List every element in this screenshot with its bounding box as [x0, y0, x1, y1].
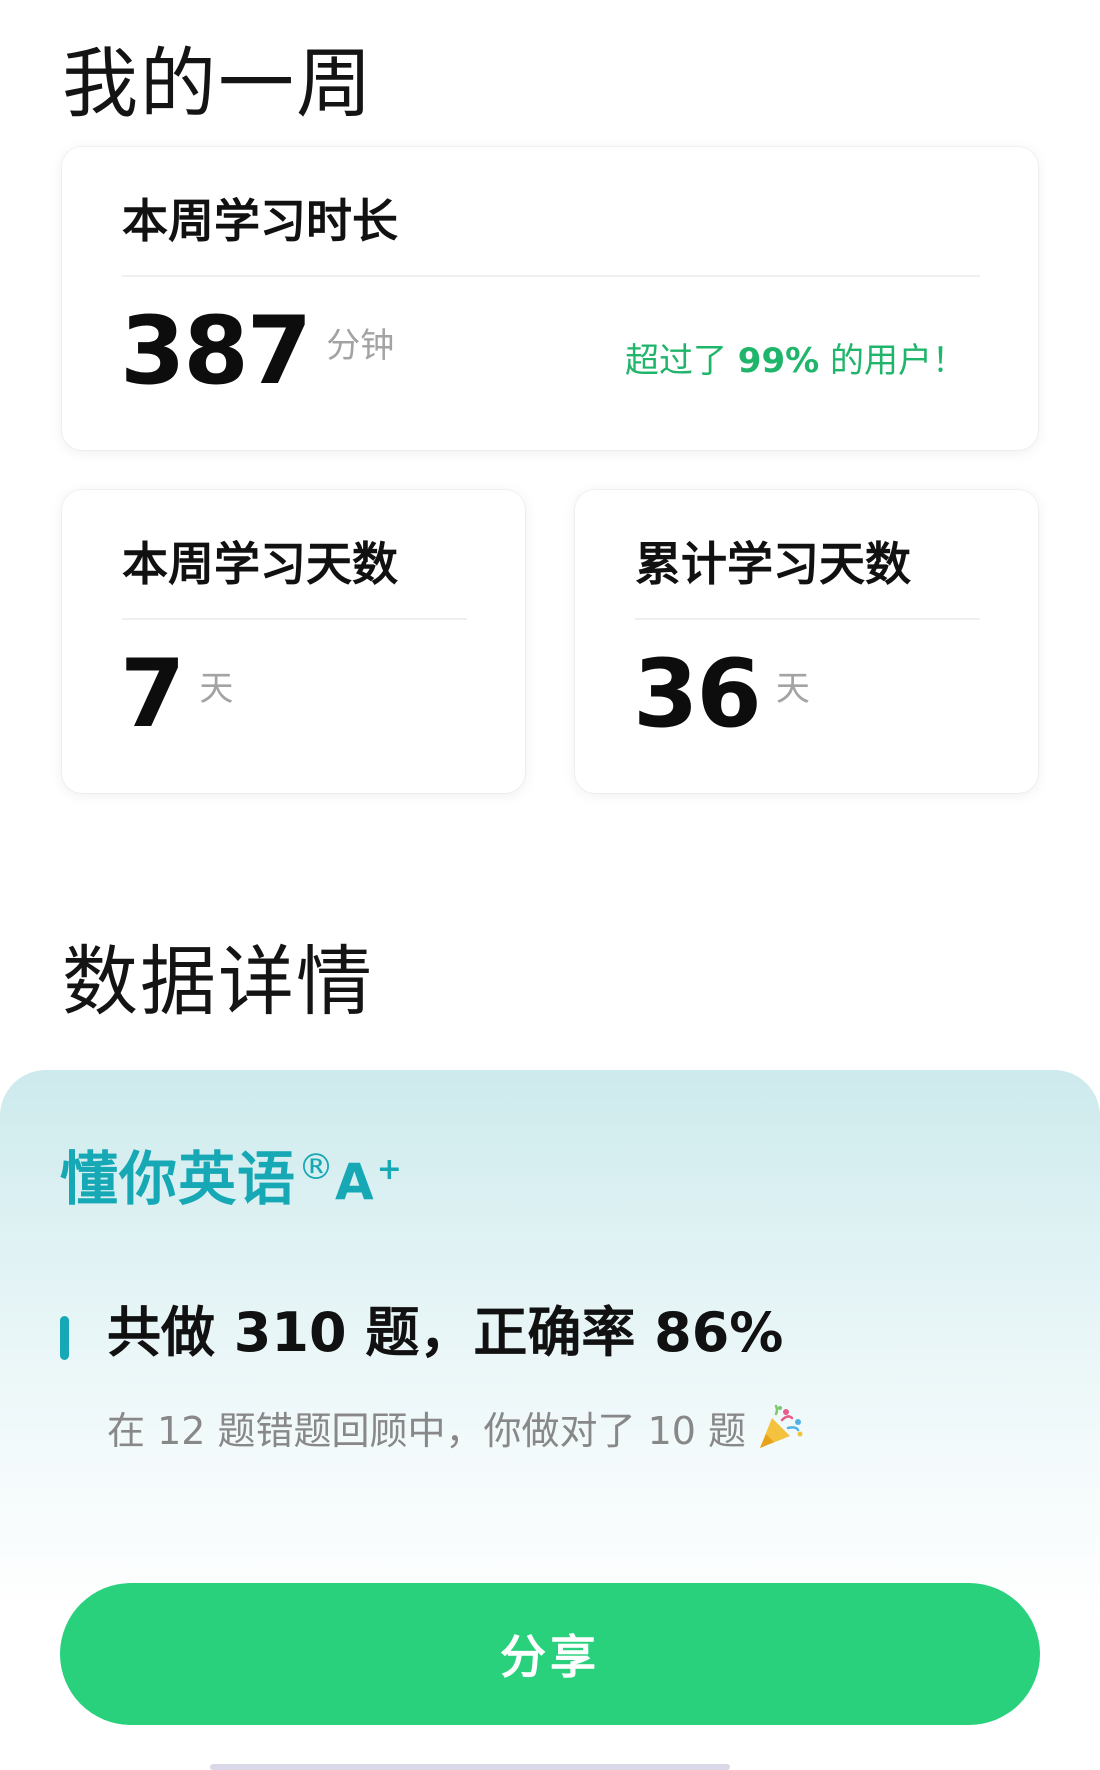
- total-study-days-card: 累计学习天数 36 天: [575, 490, 1038, 793]
- section-title-data-details: 数据详情: [62, 937, 374, 1026]
- total-study-days-value: 36 天: [633, 648, 810, 742]
- study-duration-number: 387: [120, 297, 312, 406]
- week-study-days-number: 7: [120, 640, 185, 749]
- ranking-note-suffix: 的用户！: [819, 341, 966, 381]
- ranking-note: 超过了 99% 的用户！: [625, 333, 966, 382]
- week-study-days-label: 本周学习天数: [122, 537, 398, 591]
- course-brand-title: 懂你英语®A+: [60, 1132, 403, 1216]
- study-duration-unit: 分钟: [326, 326, 395, 366]
- grade-letter: A: [335, 1153, 375, 1211]
- week-study-days-value: 7天: [120, 648, 233, 742]
- week-study-days-unit: 天: [199, 669, 234, 709]
- party-popper-icon: [756, 1404, 804, 1452]
- ranking-note-prefix: 超过了: [624, 341, 738, 381]
- stat-accent-bar: [60, 1316, 69, 1360]
- total-study-days-label: 累计学习天数: [635, 537, 911, 591]
- card-divider: [122, 618, 467, 620]
- mistake-review-text: 在 12 题错题回顾中，你做对了 10 题: [107, 1409, 747, 1453]
- mistake-review-note: 在 12 题错题回顾中，你做对了 10 题: [107, 1400, 804, 1455]
- course-grade: A+: [335, 1152, 403, 1211]
- study-duration-label: 本周学习时长: [122, 194, 398, 248]
- study-duration-value: 387 分钟: [120, 305, 394, 399]
- registered-mark: ®: [298, 1147, 336, 1188]
- home-indicator: [210, 1764, 730, 1770]
- week-study-days-card: 本周学习天数 7天: [62, 490, 525, 793]
- card-divider: [122, 275, 980, 277]
- exercise-summary: 共做 310 题，正确率 86%: [107, 1301, 784, 1364]
- share-button[interactable]: 分享: [60, 1583, 1040, 1725]
- total-study-days-number: 36: [633, 640, 762, 749]
- brand-name: 懂你英语: [60, 1145, 297, 1213]
- grade-plus-mark: +: [376, 1152, 403, 1187]
- ranking-note-percent: 99%: [737, 341, 820, 381]
- study-duration-card: 本周学习时长 387 分钟 超过了 99% 的用户！: [62, 147, 1038, 450]
- total-study-days-unit: 天: [775, 669, 810, 709]
- section-title-my-week: 我的一周: [62, 39, 374, 128]
- card-divider: [635, 618, 980, 620]
